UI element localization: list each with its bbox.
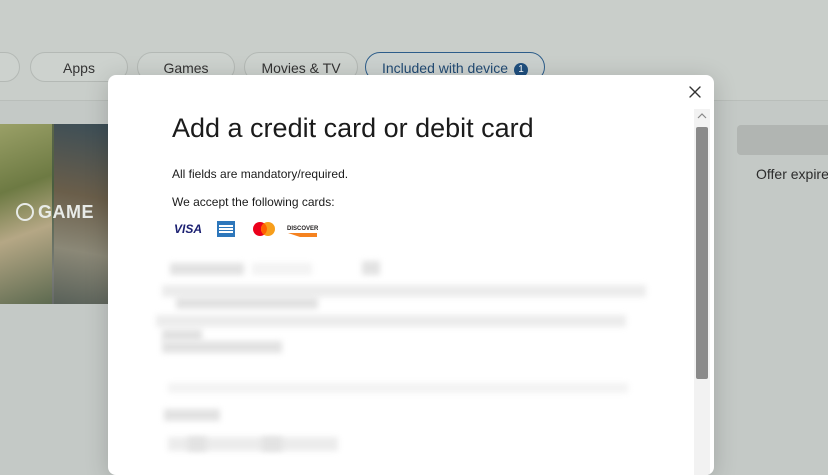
add-card-dialog: Add a credit card or debit card All fiel… xyxy=(108,75,714,475)
scrollbar-thumb[interactable] xyxy=(696,127,708,379)
tab-apps-label: Apps xyxy=(63,60,95,76)
offer-button[interactable] xyxy=(737,125,828,155)
blurred-label xyxy=(170,263,244,275)
dialog-title: Add a credit card or debit card xyxy=(172,113,534,143)
svg-text:DISCOVER: DISCOVER xyxy=(287,226,318,232)
mandatory-note: All fields are mandatory/required. xyxy=(172,167,349,181)
blurred-field xyxy=(162,285,646,297)
visa-card-icon: VISA xyxy=(174,222,202,236)
offer-expiry-text: Offer expire xyxy=(756,166,828,182)
hero-title: GAME xyxy=(16,202,94,223)
game-pass-banner[interactable]: GAME xyxy=(0,124,108,304)
blurred-field xyxy=(156,315,626,327)
scroll-up-icon[interactable] xyxy=(697,111,707,121)
tab-movies-tv-label: Movies & TV xyxy=(261,60,341,76)
xbox-icon xyxy=(16,203,34,221)
discover-card-icon: DISCOVER xyxy=(287,226,318,237)
tab-included-label: Included with device xyxy=(381,60,509,76)
svg-text:VISA: VISA xyxy=(174,222,202,236)
close-icon xyxy=(689,86,701,98)
close-button[interactable] xyxy=(686,83,704,101)
blurred-label xyxy=(164,409,220,421)
tab-games-label: Games xyxy=(163,60,209,76)
mastercard-icon xyxy=(253,222,275,236)
accepted-cards-note: We accept the following cards: xyxy=(172,195,335,209)
card-form-obscured xyxy=(152,255,652,475)
amex-card-icon xyxy=(217,221,235,237)
